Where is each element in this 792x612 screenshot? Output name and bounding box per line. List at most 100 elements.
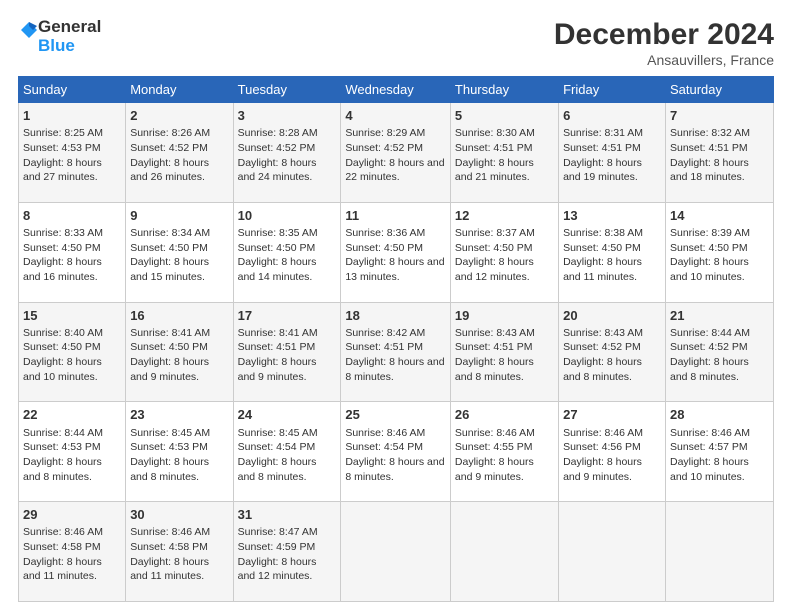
daylight-text: Daylight: 8 hours and 11 minutes. [23, 556, 102, 583]
daylight-text: Daylight: 8 hours and 12 minutes. [238, 556, 317, 583]
day-number: 15 [23, 307, 121, 325]
calendar-cell: 16Sunrise: 8:41 AMSunset: 4:50 PMDayligh… [126, 302, 233, 402]
logo: General Blue [18, 18, 101, 55]
sunrise-text: Sunrise: 8:33 AM [23, 227, 103, 239]
calendar-cell: 22Sunrise: 8:44 AMSunset: 4:53 PMDayligh… [19, 402, 126, 502]
calendar-week-1: 1Sunrise: 8:25 AMSunset: 4:53 PMDaylight… [19, 103, 774, 203]
sunrise-text: Sunrise: 8:44 AM [670, 327, 750, 339]
sunrise-text: Sunrise: 8:25 AM [23, 127, 103, 139]
sunset-text: Sunset: 4:51 PM [238, 341, 316, 353]
day-number: 17 [238, 307, 337, 325]
day-number: 9 [130, 207, 228, 225]
sunset-text: Sunset: 4:53 PM [23, 142, 101, 154]
sunrise-text: Sunrise: 8:46 AM [670, 427, 750, 439]
header-row: Sunday Monday Tuesday Wednesday Thursday… [19, 77, 774, 103]
calendar-cell: 30Sunrise: 8:46 AMSunset: 4:58 PMDayligh… [126, 502, 233, 602]
day-number: 22 [23, 406, 121, 424]
calendar-cell [665, 502, 773, 602]
header: General Blue December 2024 Ansauvillers,… [18, 18, 774, 68]
sunset-text: Sunset: 4:53 PM [130, 441, 208, 453]
daylight-text: Daylight: 8 hours and 22 minutes. [345, 157, 444, 184]
sunrise-text: Sunrise: 8:28 AM [238, 127, 318, 139]
day-number: 4 [345, 107, 446, 125]
logo-text: General Blue [38, 18, 101, 55]
location: Ansauvillers, France [554, 52, 774, 68]
day-number: 18 [345, 307, 446, 325]
logo-icon [20, 21, 38, 39]
calendar-cell [559, 502, 666, 602]
daylight-text: Daylight: 8 hours and 8 minutes. [130, 456, 209, 483]
calendar-cell: 14Sunrise: 8:39 AMSunset: 4:50 PMDayligh… [665, 202, 773, 302]
daylight-text: Daylight: 8 hours and 27 minutes. [23, 157, 102, 184]
col-sunday: Sunday [19, 77, 126, 103]
calendar-cell: 11Sunrise: 8:36 AMSunset: 4:50 PMDayligh… [341, 202, 451, 302]
daylight-text: Daylight: 8 hours and 8 minutes. [563, 356, 642, 383]
sunset-text: Sunset: 4:55 PM [455, 441, 533, 453]
daylight-text: Daylight: 8 hours and 8 minutes. [345, 356, 444, 383]
calendar-cell: 28Sunrise: 8:46 AMSunset: 4:57 PMDayligh… [665, 402, 773, 502]
logo-blue: Blue [38, 37, 101, 56]
day-number: 12 [455, 207, 554, 225]
day-number: 26 [455, 406, 554, 424]
calendar-cell: 26Sunrise: 8:46 AMSunset: 4:55 PMDayligh… [450, 402, 558, 502]
sunrise-text: Sunrise: 8:45 AM [130, 427, 210, 439]
day-number: 28 [670, 406, 769, 424]
day-number: 20 [563, 307, 661, 325]
daylight-text: Daylight: 8 hours and 11 minutes. [130, 556, 209, 583]
sunset-text: Sunset: 4:51 PM [455, 341, 533, 353]
sunset-text: Sunset: 4:51 PM [563, 142, 641, 154]
calendar-cell [450, 502, 558, 602]
calendar-cell: 6Sunrise: 8:31 AMSunset: 4:51 PMDaylight… [559, 103, 666, 203]
day-number: 7 [670, 107, 769, 125]
sunset-text: Sunset: 4:50 PM [563, 242, 641, 254]
page: General Blue December 2024 Ansauvillers,… [0, 0, 792, 612]
day-number: 25 [345, 406, 446, 424]
sunrise-text: Sunrise: 8:45 AM [238, 427, 318, 439]
calendar-cell: 15Sunrise: 8:40 AMSunset: 4:50 PMDayligh… [19, 302, 126, 402]
daylight-text: Daylight: 8 hours and 10 minutes. [670, 456, 749, 483]
sunset-text: Sunset: 4:53 PM [23, 441, 101, 453]
calendar-cell: 3Sunrise: 8:28 AMSunset: 4:52 PMDaylight… [233, 103, 341, 203]
calendar-cell: 2Sunrise: 8:26 AMSunset: 4:52 PMDaylight… [126, 103, 233, 203]
calendar-cell: 20Sunrise: 8:43 AMSunset: 4:52 PMDayligh… [559, 302, 666, 402]
calendar-cell: 8Sunrise: 8:33 AMSunset: 4:50 PMDaylight… [19, 202, 126, 302]
calendar-cell: 17Sunrise: 8:41 AMSunset: 4:51 PMDayligh… [233, 302, 341, 402]
calendar-cell: 7Sunrise: 8:32 AMSunset: 4:51 PMDaylight… [665, 103, 773, 203]
calendar-cell: 13Sunrise: 8:38 AMSunset: 4:50 PMDayligh… [559, 202, 666, 302]
sunset-text: Sunset: 4:51 PM [670, 142, 748, 154]
sunset-text: Sunset: 4:50 PM [238, 242, 316, 254]
day-number: 30 [130, 506, 228, 524]
sunset-text: Sunset: 4:52 PM [670, 341, 748, 353]
sunrise-text: Sunrise: 8:36 AM [345, 227, 425, 239]
daylight-text: Daylight: 8 hours and 8 minutes. [345, 456, 444, 483]
day-number: 11 [345, 207, 446, 225]
sunrise-text: Sunrise: 8:30 AM [455, 127, 535, 139]
calendar-cell: 19Sunrise: 8:43 AMSunset: 4:51 PMDayligh… [450, 302, 558, 402]
calendar-cell: 5Sunrise: 8:30 AMSunset: 4:51 PMDaylight… [450, 103, 558, 203]
day-number: 8 [23, 207, 121, 225]
sunrise-text: Sunrise: 8:46 AM [563, 427, 643, 439]
sunset-text: Sunset: 4:50 PM [130, 242, 208, 254]
calendar-cell: 10Sunrise: 8:35 AMSunset: 4:50 PMDayligh… [233, 202, 341, 302]
col-saturday: Saturday [665, 77, 773, 103]
daylight-text: Daylight: 8 hours and 15 minutes. [130, 256, 209, 283]
sunset-text: Sunset: 4:54 PM [345, 441, 423, 453]
calendar-cell: 4Sunrise: 8:29 AMSunset: 4:52 PMDaylight… [341, 103, 451, 203]
sunrise-text: Sunrise: 8:46 AM [23, 526, 103, 538]
sunrise-text: Sunrise: 8:46 AM [345, 427, 425, 439]
day-number: 23 [130, 406, 228, 424]
calendar-cell: 23 Sunrise: 8:45 AM Sunset: 4:53 PM Dayligh… [126, 402, 233, 502]
day-number: 10 [238, 207, 337, 225]
day-number: 2 [130, 107, 228, 125]
day-number: 21 [670, 307, 769, 325]
calendar-cell: 1Sunrise: 8:25 AMSunset: 4:53 PMDaylight… [19, 103, 126, 203]
sunrise-text: Sunrise: 8:34 AM [130, 227, 210, 239]
sunrise-text: Sunrise: 8:32 AM [670, 127, 750, 139]
sunset-text: Sunset: 4:59 PM [238, 541, 316, 553]
sunset-text: Sunset: 4:51 PM [455, 142, 533, 154]
calendar-cell: 27Sunrise: 8:46 AMSunset: 4:56 PMDayligh… [559, 402, 666, 502]
daylight-text: Daylight: 8 hours and 11 minutes. [563, 256, 642, 283]
day-number: 24 [238, 406, 337, 424]
sunrise-text: Sunrise: 8:26 AM [130, 127, 210, 139]
calendar-table: Sunday Monday Tuesday Wednesday Thursday… [18, 76, 774, 602]
